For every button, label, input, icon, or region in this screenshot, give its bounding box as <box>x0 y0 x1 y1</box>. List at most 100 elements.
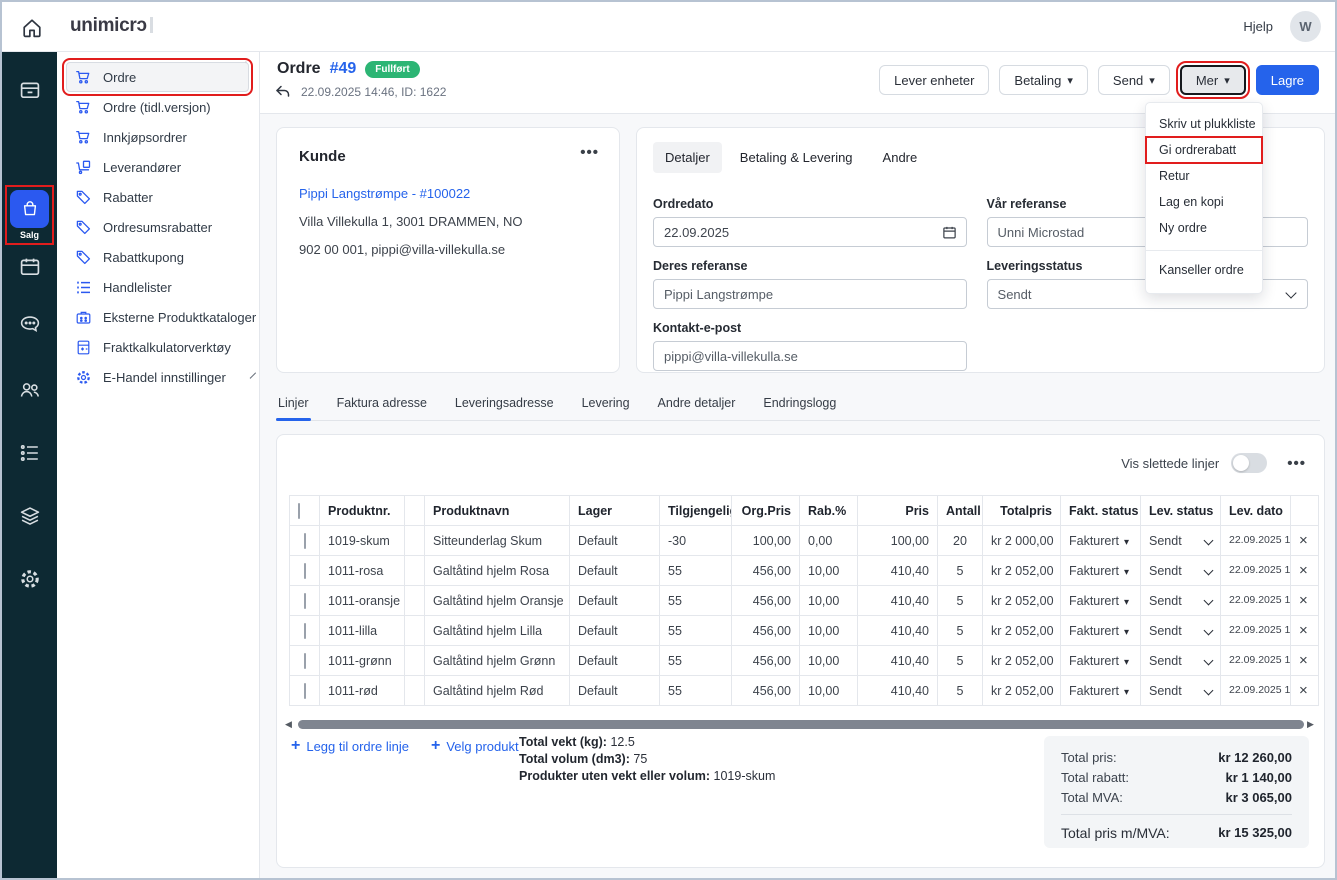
section-tab[interactable]: Faktura adresse <box>335 392 429 420</box>
back-arrow-icon[interactable] <box>274 83 292 101</box>
details-tab[interactable]: Betaling & Levering <box>728 142 865 173</box>
archive-box-icon[interactable] <box>18 78 42 102</box>
sidebar-item[interactable]: Fraktkalkulatorverktøy <box>66 332 249 362</box>
avatar[interactable]: W <box>1290 11 1321 42</box>
section-tab[interactable]: Leveringsadresse <box>453 392 556 420</box>
row-checkbox[interactable] <box>304 533 306 549</box>
send-dropdown-button[interactable]: Send <box>1098 65 1170 95</box>
customer-contact: 902 00 001, pippi@villa-villekulla.se <box>299 242 597 257</box>
chevron-down-icon <box>1204 566 1214 576</box>
save-button[interactable]: Lagre <box>1256 65 1319 95</box>
fakt-status-dropdown[interactable]: Fakturert <box>1061 526 1141 556</box>
sidebar-item[interactable]: Ordre <box>66 62 249 92</box>
kontakt-epost-input[interactable]: pippi@villa-villekulla.se <box>653 341 967 371</box>
show-deleted-toggle[interactable] <box>1231 453 1267 473</box>
cell-tilgjengelig: -30 <box>660 526 732 556</box>
fakt-status-dropdown[interactable]: Fakturert <box>1061 556 1141 586</box>
rail-item-salg[interactable]: Salg <box>10 190 49 240</box>
order-number-link[interactable]: #49 <box>330 60 357 78</box>
col-totalpris: Totalpris <box>983 496 1061 526</box>
chevron-down-icon <box>250 372 256 378</box>
chat-icon[interactable] <box>18 312 42 336</box>
fakt-status-dropdown[interactable]: Fakturert <box>1061 616 1141 646</box>
remove-line-icon[interactable] <box>1291 526 1319 556</box>
menu-item[interactable]: Lag en kopi <box>1146 189 1262 215</box>
menu-item[interactable]: Retur <box>1146 163 1262 189</box>
cell-rab: 10,00 <box>800 586 858 616</box>
menu-item[interactable]: Gi ordrerabatt <box>1146 137 1262 163</box>
sidebar-item[interactable]: Rabattkupong <box>66 242 249 272</box>
gear-icon[interactable] <box>18 567 42 591</box>
fakt-status-dropdown[interactable]: Fakturert <box>1061 676 1141 706</box>
table-menu-icon[interactable]: ••• <box>1287 455 1306 472</box>
cell-rab: 10,00 <box>800 676 858 706</box>
checklist-icon[interactable] <box>18 441 42 465</box>
lev-status-select[interactable]: Sendt <box>1141 616 1221 646</box>
lev-status-select[interactable]: Sendt <box>1141 646 1221 676</box>
home-icon[interactable] <box>20 16 44 40</box>
remove-line-icon[interactable] <box>1291 646 1319 676</box>
help-link[interactable]: Hjelp <box>1243 19 1273 34</box>
fakt-status-dropdown[interactable]: Fakturert <box>1061 586 1141 616</box>
ordredato-label: Ordredato <box>653 197 967 211</box>
scrollbar-thumb[interactable] <box>298 720 1304 729</box>
scroll-left-icon[interactable] <box>285 719 295 730</box>
add-order-line-button[interactable]: Legg til ordre linje <box>291 737 409 755</box>
details-tab[interactable]: Andre <box>871 142 930 173</box>
sidebar-item[interactable]: Ordre (tidl.versjon) <box>66 92 249 122</box>
sidebar-item[interactable]: Innkjøpsordrer <box>66 122 249 152</box>
sidebar-item[interactable]: Leverandører <box>66 152 249 182</box>
sidebar-item[interactable]: Eksterne Produktkataloger <box>66 302 249 332</box>
people-icon[interactable] <box>18 378 42 402</box>
cell-totalpris: kr 2 000,00 <box>983 526 1061 556</box>
sidebar-item-label: Innkjøpsordrer <box>103 130 187 145</box>
remove-line-icon[interactable] <box>1291 676 1319 706</box>
deres-referanse-input[interactable]: Pippi Langstrømpe <box>653 279 967 309</box>
calendar-picker-icon[interactable] <box>942 225 957 240</box>
table-row: 1011-rød Galtåtind hjelm Rød Default 55 … <box>290 676 1319 706</box>
sidebar-item[interactable]: E-Handel innstillinger <box>66 362 249 392</box>
chevron-down-icon <box>1204 656 1214 666</box>
horizontal-scrollbar[interactable] <box>285 718 1317 730</box>
row-checkbox[interactable] <box>304 593 306 609</box>
calendar-icon[interactable] <box>18 255 42 279</box>
remove-line-icon[interactable] <box>1291 556 1319 586</box>
cell-orgpris: 456,00 <box>732 616 800 646</box>
menu-item[interactable]: Skriv ut plukkliste <box>1146 111 1262 137</box>
lev-status-select[interactable]: Sendt <box>1141 676 1221 706</box>
section-tab[interactable]: Endringslogg <box>761 392 838 420</box>
table-row: 1011-rosa Galtåtind hjelm Rosa Default 5… <box>290 556 1319 586</box>
lev-status-select[interactable]: Sendt <box>1141 586 1221 616</box>
remove-line-icon[interactable] <box>1291 616 1319 646</box>
select-all-checkbox[interactable] <box>298 503 300 519</box>
scroll-right-icon[interactable] <box>1307 719 1317 730</box>
mer-dropdown-button[interactable]: Mer <box>1180 65 1246 95</box>
menu-item[interactable]: Kanseller ordre <box>1146 250 1262 283</box>
fakt-status-dropdown[interactable]: Fakturert <box>1061 646 1141 676</box>
cell-lev-dato: 22.09.2025 16:21 <box>1221 586 1291 616</box>
ordredato-input[interactable]: 22.09.2025 <box>653 217 967 247</box>
row-checkbox[interactable] <box>304 653 306 669</box>
total-row: Total MVA:kr 3 065,00 <box>1061 790 1292 805</box>
choose-product-button[interactable]: Velg produkt <box>431 737 519 755</box>
row-checkbox[interactable] <box>304 563 306 579</box>
lever-enheter-button[interactable]: Lever enheter <box>879 65 989 95</box>
section-tab[interactable]: Andre detaljer <box>656 392 738 420</box>
customer-link[interactable]: Pippi Langstrømpe - #100022 <box>299 186 597 201</box>
customer-menu-icon[interactable]: ••• <box>580 144 599 161</box>
layers-icon[interactable] <box>18 504 42 528</box>
sidebar-item[interactable]: Handlelister <box>66 272 249 302</box>
menu-item[interactable]: Ny ordre <box>1146 215 1262 241</box>
sidebar-item[interactable]: Ordresumsrabatter <box>66 212 249 242</box>
topbar: unimicrɔ Hjelp W <box>2 2 1335 52</box>
section-tab[interactable]: Levering <box>580 392 632 420</box>
lev-status-select[interactable]: Sendt <box>1141 526 1221 556</box>
betaling-dropdown-button[interactable]: Betaling <box>999 65 1088 95</box>
row-checkbox[interactable] <box>304 683 306 699</box>
remove-line-icon[interactable] <box>1291 586 1319 616</box>
details-tab[interactable]: Detaljer <box>653 142 722 173</box>
lev-status-select[interactable]: Sendt <box>1141 556 1221 586</box>
sidebar-item[interactable]: Rabatter <box>66 182 249 212</box>
row-checkbox[interactable] <box>304 623 306 639</box>
section-tab[interactable]: Linjer <box>276 392 311 420</box>
